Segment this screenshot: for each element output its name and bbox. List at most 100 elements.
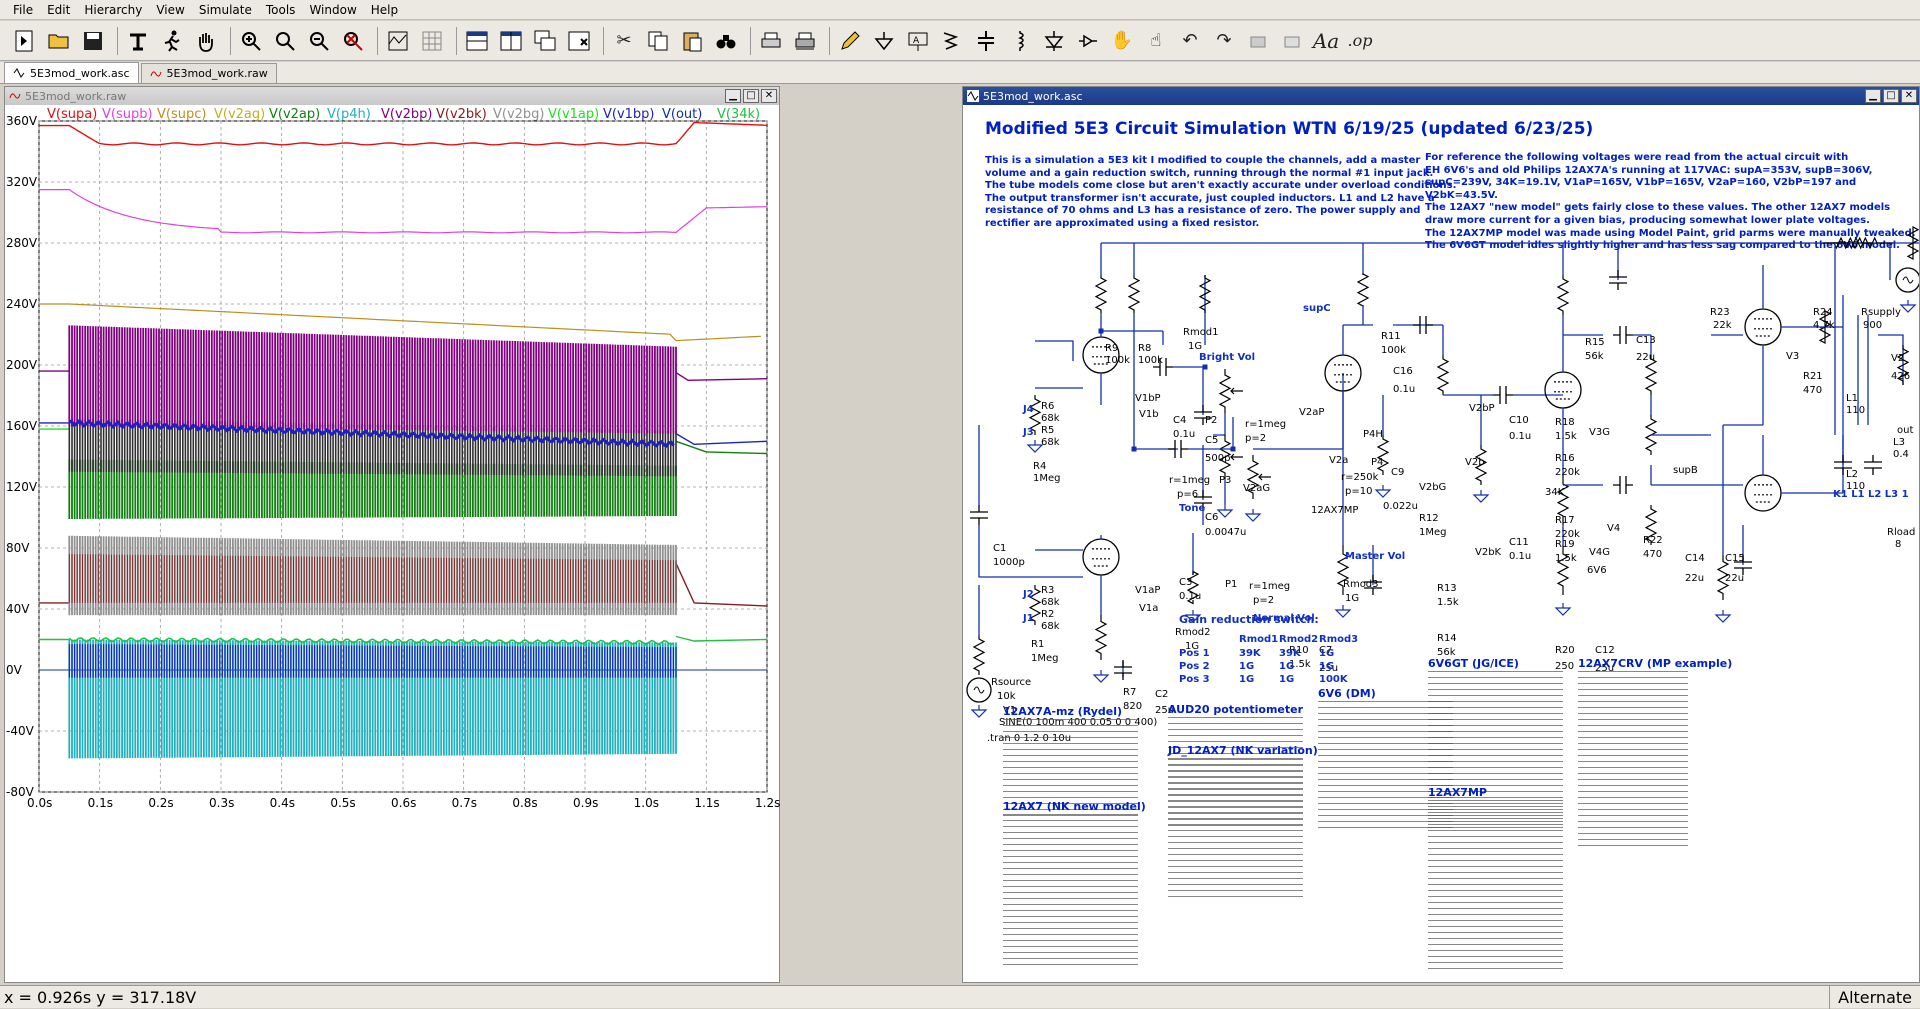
menu-file[interactable]: File — [6, 0, 40, 20]
mirror-icon[interactable] — [1277, 26, 1307, 56]
close-button[interactable]: ✕ — [761, 89, 777, 103]
toolbar-separator — [456, 26, 457, 55]
open-folder-icon[interactable] — [44, 26, 74, 56]
draw-wire-pencil-icon[interactable] — [835, 26, 865, 56]
component-label-r1v: 1Meg — [1031, 653, 1059, 664]
component-label-rmod3: Rmod3 — [1343, 579, 1379, 590]
capacitor-symbol — [1613, 476, 1633, 494]
move-hand-icon[interactable]: ✋ — [1107, 26, 1137, 56]
maximize-button[interactable]: □ — [743, 89, 759, 103]
schematic-canvas[interactable]: Modified 5E3 Circuit Simulation WTN 6/19… — [963, 105, 1919, 982]
component-label-rsupplyv: 900 — [1863, 320, 1883, 331]
component-label-c13: C13 — [1636, 335, 1656, 346]
redo-icon[interactable]: ↷ — [1209, 26, 1239, 56]
component-label-r14: R14 — [1437, 633, 1457, 644]
component-label-rmod1: Rmod1 — [1183, 327, 1219, 338]
component-label-supc: supC — [1303, 303, 1331, 314]
component-label-rsupply: Rsupply — [1861, 307, 1901, 318]
find-binoculars-icon[interactable] — [711, 26, 741, 56]
zoom-pan-icon[interactable] — [270, 26, 300, 56]
menu-hierarchy[interactable]: Hierarchy — [77, 0, 149, 20]
component-label-rp1: r=1meg — [1245, 419, 1287, 430]
component-label-pp2b: p=2 — [1253, 595, 1275, 606]
save-icon[interactable] — [78, 26, 108, 56]
run-icon[interactable] — [157, 26, 187, 56]
cascade-icon[interactable] — [530, 26, 560, 56]
waveform-plot[interactable] — [5, 105, 779, 982]
menu-edit[interactable]: Edit — [40, 0, 77, 20]
diode-icon[interactable] — [1039, 26, 1069, 56]
component-label-p4h: P4H — [1363, 429, 1383, 440]
x-tick-label: 0.1s — [87, 796, 113, 810]
capacitor-icon[interactable] — [971, 26, 1001, 56]
component-label-r11: R11 — [1381, 331, 1401, 342]
gain-table-cell: 1G — [1319, 661, 1335, 672]
component-icon[interactable] — [1073, 26, 1103, 56]
gain-table-cell: Pos 1 — [1179, 648, 1210, 659]
y-tick-label: 40V — [6, 602, 30, 616]
drag-hand-icon[interactable]: ☝ — [1141, 26, 1171, 56]
component-label-v2b: V2b — [1465, 457, 1485, 468]
x-tick-label: 0.3s — [209, 796, 235, 810]
component-label-c1v: 1000p — [993, 557, 1025, 568]
component-label-r7v: 820 — [1123, 701, 1143, 712]
zoom-in-icon[interactable] — [236, 26, 266, 56]
minimize-button[interactable]: ▁ — [1865, 89, 1881, 103]
component-label-r19v: 1.5k — [1555, 553, 1577, 564]
x-tick-label: 0.9s — [573, 796, 599, 810]
tab-schematic[interactable]: 5E3mod_work.asc — [4, 62, 139, 83]
print-icon[interactable] — [756, 26, 786, 56]
tile-horizontal-icon[interactable] — [462, 26, 492, 56]
resistor-icon[interactable] — [937, 26, 967, 56]
copy-icon[interactable] — [643, 26, 673, 56]
component-label-j3: J3 — [1023, 427, 1034, 438]
component-label-rload: Rload — [1887, 527, 1916, 538]
component-label-p10: p=10 — [1345, 486, 1373, 497]
ground-symbol — [1554, 603, 1572, 616]
grid-icon[interactable] — [417, 26, 447, 56]
model-title: 12AX7MP — [1428, 786, 1487, 799]
maximize-button[interactable]: □ — [1883, 89, 1899, 103]
close-all-icon[interactable] — [564, 26, 594, 56]
zoom-fit-icon[interactable] — [338, 26, 368, 56]
model-title: 12AX7CRV (MP example) — [1578, 657, 1733, 670]
tile-vertical-icon[interactable] — [496, 26, 526, 56]
component-label-v3: V3 — [1786, 351, 1800, 362]
inductor-icon[interactable] — [1005, 26, 1035, 56]
rotate-icon[interactable] — [1243, 26, 1273, 56]
halt-hand-icon[interactable] — [191, 26, 221, 56]
gain-table-header: Rmod2 — [1279, 634, 1319, 645]
component-label-c4: C4 — [1173, 415, 1187, 426]
minimize-button[interactable]: ▁ — [725, 89, 741, 103]
menu-window[interactable]: Window — [302, 0, 363, 20]
cut-icon[interactable]: ✂ — [609, 26, 639, 56]
schematic-window: 5E3mod_work.asc ▁ □ ✕ Modified 5E3 Circu… — [962, 86, 1920, 983]
new-schematic-icon[interactable] — [10, 26, 40, 56]
menu-help[interactable]: Help — [364, 0, 405, 20]
undo-icon[interactable]: ↶ — [1175, 26, 1205, 56]
ground-icon[interactable] — [869, 26, 899, 56]
print-setup-icon[interactable] — [790, 26, 820, 56]
tab-waveform[interactable]: 5E3mod_work.raw — [140, 63, 277, 83]
menu-simulate[interactable]: Simulate — [192, 0, 259, 20]
component-label-r21: R21 — [1803, 371, 1823, 382]
component-label-r13v: 1.5k — [1437, 597, 1459, 608]
text-icon[interactable]: Aa — [1311, 26, 1341, 56]
control-panel-icon[interactable] — [123, 26, 153, 56]
menu-tools[interactable]: Tools — [259, 0, 303, 20]
component-label-v1a: V1a — [1139, 603, 1159, 614]
x-tick-label: 1.2s — [755, 796, 781, 810]
waveform-plot-area[interactable]: V(supa) V(supb) V(supc) V(v2ag) V(v2ap) V(p4h… — [5, 105, 781, 982]
y-tick-label: 80V — [6, 541, 30, 555]
component-label-r22v: 470 — [1643, 549, 1663, 560]
close-button[interactable]: ✕ — [1901, 89, 1917, 103]
label-net-icon[interactable]: A — [903, 26, 933, 56]
spice-directive-icon[interactable]: .op — [1345, 26, 1375, 56]
paste-icon[interactable] — [677, 26, 707, 56]
schematic-window-title: 5E3mod_work.asc — [983, 89, 1083, 103]
capacitor-symbol — [970, 505, 988, 525]
menu-view[interactable]: View — [149, 0, 191, 20]
gain-table-cell: 1G — [1239, 674, 1255, 685]
zoom-out-icon[interactable] — [304, 26, 334, 56]
autorange-icon[interactable] — [383, 26, 413, 56]
